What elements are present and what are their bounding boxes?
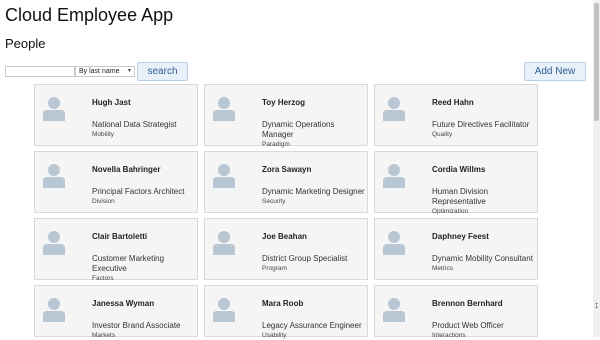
employee-name: Toy Herzog <box>262 98 305 107</box>
employee-title: Dynamic Marketing Designer Security <box>262 187 368 206</box>
employee-name: Janessa Wyman <box>92 299 155 308</box>
employee-title: National Data Strategist Mobility <box>92 120 198 139</box>
employee-dept: Security <box>262 198 286 205</box>
employee-title: Investor Brand Associate Markets <box>92 321 198 340</box>
employee-card[interactable]: Brennon Bernhard Product Web Officer Inte… <box>374 285 538 340</box>
employee-dept: Metrics <box>432 265 453 272</box>
person-silhouette-icon <box>213 298 235 322</box>
employee-name: Novella Bahringer <box>92 165 161 174</box>
vertical-scrollbar[interactable] <box>593 0 600 337</box>
employee-name: Clair Bartoletti <box>92 232 148 241</box>
person-silhouette-icon <box>43 298 65 322</box>
employee-name: Reed Hahn <box>432 98 474 107</box>
employee-card[interactable]: Toy Herzog Dynamic Operations Manager Par… <box>204 84 368 149</box>
employee-card[interactable]: Janessa Wyman Investor Brand Associate Ma… <box>34 285 198 340</box>
search-input[interactable] <box>5 66 75 77</box>
employee-dept: Mobility <box>92 131 115 138</box>
person-silhouette-icon <box>43 231 65 255</box>
employee-name: Brennon Bernhard <box>432 299 503 308</box>
employee-card[interactable]: Joe Beahan District Group Specialist Prog… <box>204 218 368 280</box>
sort-select[interactable]: By last name ▾ <box>75 66 135 77</box>
employee-card[interactable]: Clair Bartoletti Customer Marketing Exec… <box>34 218 198 283</box>
employee-card[interactable]: Daphney Feest Dynamic Mobility Consultan… <box>374 218 538 280</box>
employee-dept: Program <box>262 265 287 272</box>
employee-dept: Paradigm <box>262 141 290 148</box>
employee-card[interactable]: Zora Sawayn Dynamic Marketing Designer Se… <box>204 151 368 213</box>
employee-title: Legacy Assurance Engineer Usability <box>262 321 368 340</box>
employee-title: Dynamic Operations Manager Paradigm <box>262 120 368 149</box>
employee-name: Daphney Feest <box>432 232 489 241</box>
employee-dept: Usability <box>262 332 287 339</box>
scrollbar-thumb[interactable] <box>594 3 599 121</box>
caret-down-icon: ▾ <box>127 68 131 74</box>
employee-name: Zora Sawayn <box>262 165 312 174</box>
employee-dept: Quality <box>432 131 453 138</box>
resize-cursor-icon: ↕ <box>594 300 599 311</box>
employee-name: Hugh Jast <box>92 98 131 107</box>
employee-card[interactable]: Cordia Willms Human Division Representat… <box>374 151 538 216</box>
employee-dept: Interactions <box>432 332 466 339</box>
search-button[interactable]: search <box>137 62 188 81</box>
employee-card[interactable]: Novella Bahringer Principal Factors Arch… <box>34 151 198 213</box>
employee-title: Principal Factors Architect Division <box>92 187 198 206</box>
employee-title: Human Division Representative Optimizatio… <box>432 187 538 216</box>
person-silhouette-icon <box>213 231 235 255</box>
add-new-button[interactable]: Add New <box>524 62 586 81</box>
employee-title: Customer Marketing Executive Factors <box>92 254 198 283</box>
employee-name: Mara Roob <box>262 299 304 308</box>
employee-title: Product Web Officer Interactions <box>432 321 538 340</box>
employee-title: Dynamic Mobility Consultant Metrics <box>432 254 538 273</box>
employee-card[interactable]: Hugh Jast National Data Strategist Mobili… <box>34 84 198 146</box>
employee-name: Joe Beahan <box>262 232 307 241</box>
person-silhouette-icon <box>213 164 235 188</box>
app-title: Cloud Employee App <box>5 5 174 25</box>
person-silhouette-icon <box>383 298 405 322</box>
employee-name: Cordia Willms <box>432 165 486 174</box>
employee-title: Future Directives Facilitator Quality <box>432 120 538 139</box>
employee-title: District Group Specialist Program <box>262 254 368 273</box>
page-title: People <box>5 36 46 51</box>
employee-dept: Division <box>92 198 115 205</box>
employee-card[interactable]: Mara Roob Legacy Assurance Engineer Usabi… <box>204 285 368 340</box>
person-silhouette-icon <box>383 164 405 188</box>
person-silhouette-icon <box>213 97 235 121</box>
employee-dept: Markets <box>92 332 116 339</box>
employee-dept: Factors <box>92 275 114 282</box>
person-silhouette-icon <box>383 97 405 121</box>
person-silhouette-icon <box>43 97 65 121</box>
person-silhouette-icon <box>383 231 405 255</box>
employee-dept: Optimization <box>432 208 469 215</box>
person-silhouette-icon <box>43 164 65 188</box>
employee-card[interactable]: Reed Hahn Future Directives Facilitator Q… <box>374 84 538 146</box>
sort-select-value: By last name <box>79 68 120 75</box>
